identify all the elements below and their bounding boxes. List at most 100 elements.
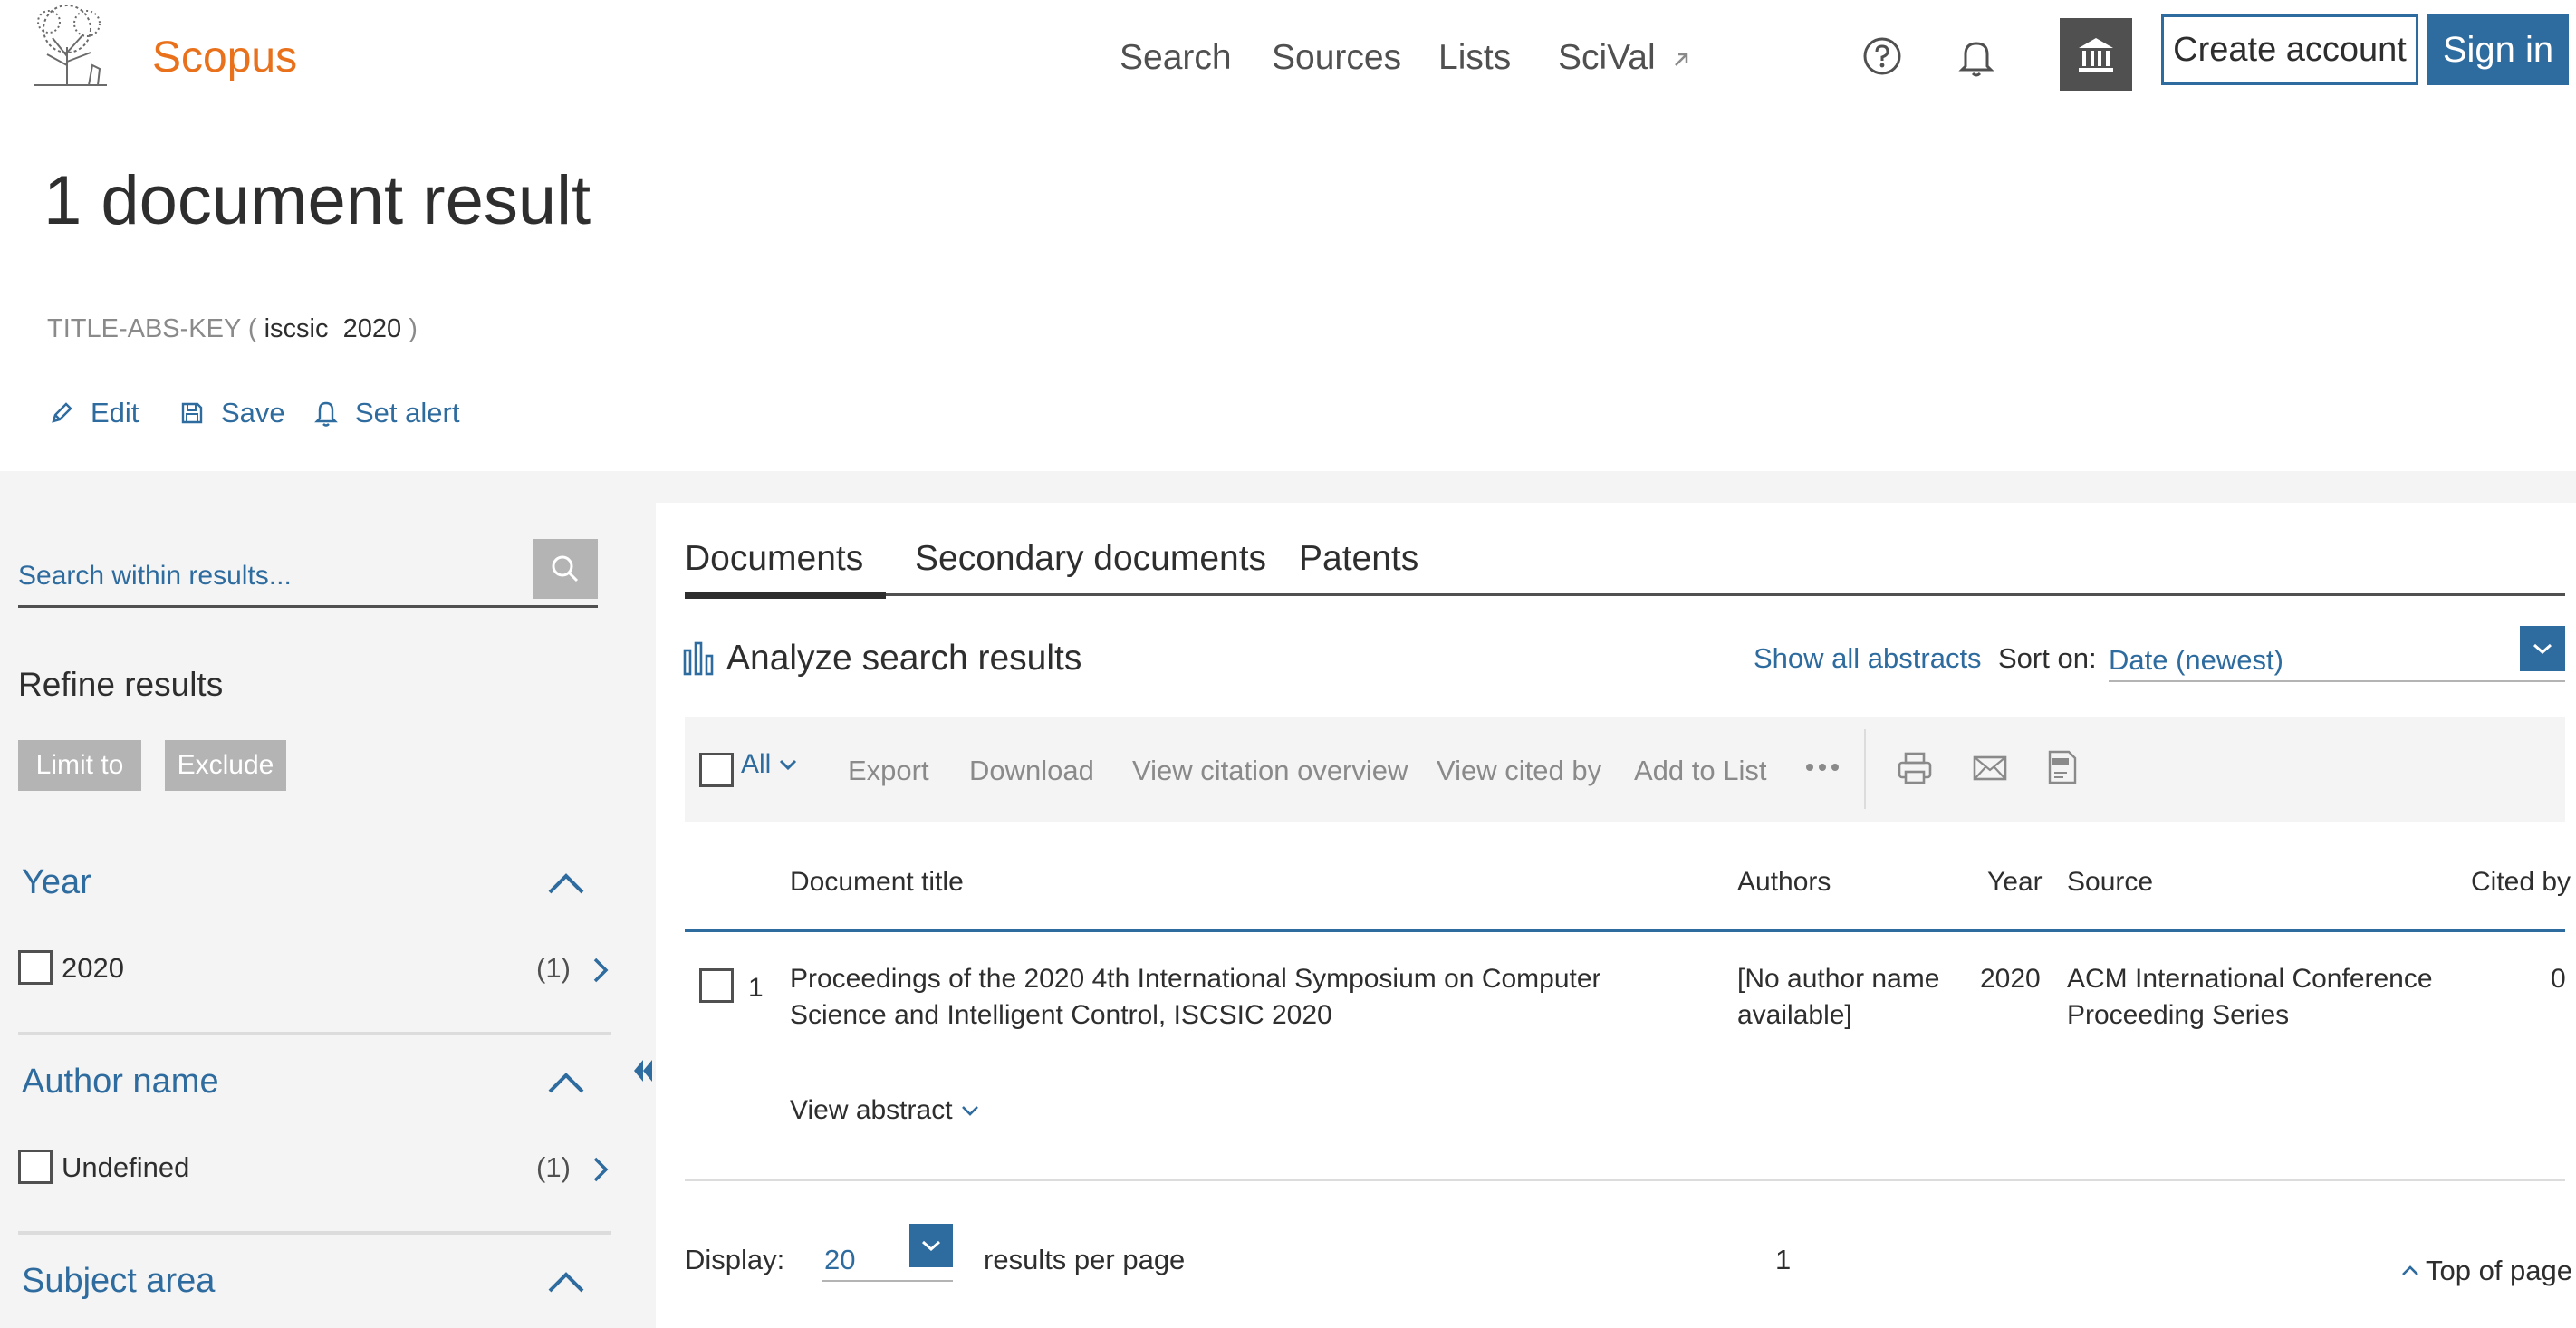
document-title-link[interactable]: Proceedings of the 2020 4th Internationa… (790, 961, 1705, 1034)
tab-documents[interactable]: Documents (685, 539, 863, 579)
elsevier-logo-icon[interactable] (16, 2, 118, 89)
document-cited-by[interactable]: 0 (2551, 961, 2566, 997)
save-search-button[interactable]: Save (179, 397, 285, 429)
nav-lists[interactable]: Lists (1438, 38, 1511, 78)
email-icon[interactable] (1973, 755, 2007, 782)
download-button[interactable]: Download (969, 755, 1094, 787)
pdf-icon[interactable] (2047, 749, 2078, 785)
bar-chart-icon (683, 641, 717, 676)
top-of-page-label: Top of page (2426, 1255, 2573, 1286)
export-button[interactable]: Export (848, 755, 929, 787)
create-account-button[interactable]: Create account (2161, 14, 2418, 85)
scopus-logo-text[interactable]: Scopus (152, 33, 297, 82)
sort-value: Date (newest) (2109, 644, 2283, 676)
facet-author-title[interactable]: Author name (22, 1063, 219, 1102)
facet-author-undefined-checkbox[interactable] (18, 1150, 53, 1184)
chevron-right-icon[interactable] (591, 956, 610, 985)
set-alert-label: Set alert (355, 397, 460, 428)
limit-to-button[interactable]: Limit to (18, 740, 141, 791)
print-icon[interactable] (1897, 751, 1933, 785)
search-within-box (18, 539, 598, 608)
tab-patents[interactable]: Patents (1299, 539, 1418, 579)
document-authors: [No author name available] (1737, 964, 1940, 1030)
nav-sources[interactable]: Sources (1272, 38, 1401, 78)
analyze-label: Analyze search results (726, 639, 1082, 678)
facet-year-2020-checkbox[interactable] (18, 950, 53, 985)
select-all-label: All (741, 749, 772, 779)
save-label: Save (221, 397, 285, 428)
facet-year-title[interactable]: Year (22, 863, 91, 902)
facet-item-label: Undefined (62, 1151, 190, 1183)
column-header-title[interactable]: Document title (790, 867, 964, 898)
results-toolbar: All Export Download View citation overvi… (685, 717, 2565, 822)
query-close-paren: ) (409, 314, 418, 343)
sign-in-button[interactable]: Sign in (2427, 14, 2569, 85)
edit-label: Edit (91, 397, 139, 428)
institution-access-button[interactable] (2060, 18, 2132, 91)
chevron-right-icon[interactable] (591, 1155, 610, 1184)
more-options-icon[interactable] (1804, 762, 1841, 773)
refine-results-title: Refine results (18, 666, 224, 703)
facet-item-count: (1) (536, 952, 571, 984)
help-icon[interactable] (1862, 36, 1902, 76)
row-checkbox[interactable] (699, 968, 734, 1003)
bell-icon[interactable] (1956, 36, 1996, 78)
refine-sidebar: Refine results Limit to Exclude Year 202… (0, 503, 627, 1328)
results-per-page-value: 20 (824, 1244, 856, 1275)
collapse-sidebar-icon[interactable] (629, 1044, 656, 1098)
chevron-up-icon[interactable] (545, 1070, 587, 1097)
chevron-down-icon[interactable] (2520, 626, 2565, 671)
search-within-input[interactable] (18, 555, 525, 597)
facet-divider (18, 1231, 611, 1235)
search-icon (549, 553, 582, 585)
pagination-current-page[interactable]: 1 (1775, 1244, 1791, 1276)
page-title: 1 document result (43, 162, 591, 239)
toolbar-divider (1864, 729, 1866, 809)
results-per-page-select[interactable]: 20 (822, 1224, 953, 1282)
exclude-button[interactable]: Exclude (165, 740, 286, 791)
column-header-authors[interactable]: Authors (1737, 867, 1831, 898)
pencil-icon (49, 400, 74, 426)
tab-secondary-documents[interactable]: Secondary documents (915, 539, 1266, 579)
results-panel: Documents Secondary documents Patents An… (656, 503, 2576, 1328)
nav-search[interactable]: Search (1120, 38, 1232, 78)
document-source-link[interactable]: ACM International Conference Proceeding … (2067, 961, 2465, 1034)
tabs-divider (685, 593, 2565, 596)
chevron-down-icon[interactable] (909, 1224, 953, 1267)
row-divider (685, 1179, 2565, 1181)
chevron-up-icon[interactable] (545, 1269, 587, 1296)
search-query: TITLE-ABS-KEY ( iscsic 2020 ) (47, 314, 418, 344)
column-header-cited-by[interactable]: Cited by (2471, 867, 2571, 898)
select-all-dropdown[interactable]: All (741, 749, 798, 780)
facet-item-label: 2020 (62, 952, 124, 984)
query-field: TITLE-ABS-KEY (47, 314, 241, 343)
top-of-page-link[interactable]: Top of page (2400, 1255, 2572, 1287)
nav-scival-label: SciVal (1558, 38, 1656, 77)
alert-bell-icon (313, 399, 339, 427)
column-header-source[interactable]: Source (2067, 867, 2153, 898)
institution-icon (2075, 34, 2117, 75)
external-link-icon (1671, 50, 1691, 70)
query-open-paren: ( (247, 314, 257, 343)
table-header-divider (685, 929, 2565, 932)
show-all-abstracts-link[interactable]: Show all abstracts (1754, 642, 1982, 675)
sort-select[interactable]: Date (newest) (2109, 626, 2565, 682)
analyze-search-results-button[interactable]: Analyze search results (683, 639, 1081, 678)
chevron-up-icon (2400, 1265, 2420, 1277)
search-within-button[interactable] (533, 539, 598, 599)
edit-search-button[interactable]: Edit (49, 397, 139, 429)
view-abstract-toggle[interactable]: View abstract (790, 1095, 980, 1126)
view-citation-overview-button[interactable]: View citation overview (1132, 755, 1408, 787)
view-abstract-label: View abstract (790, 1095, 953, 1125)
set-alert-button[interactable]: Set alert (313, 397, 459, 429)
results-per-page-label: results per page (984, 1244, 1186, 1275)
column-header-year[interactable]: Year (1987, 867, 2043, 898)
view-cited-by-button[interactable]: View cited by (1437, 755, 1601, 787)
nav-scival[interactable]: SciVal (1558, 38, 1691, 78)
add-to-list-button[interactable]: Add to List (1634, 755, 1766, 787)
facet-subject-title[interactable]: Subject area (22, 1262, 215, 1301)
row-index: 1 (748, 973, 764, 1003)
active-tab-indicator (685, 592, 886, 599)
select-all-checkbox[interactable] (699, 753, 734, 787)
chevron-up-icon[interactable] (545, 871, 587, 898)
